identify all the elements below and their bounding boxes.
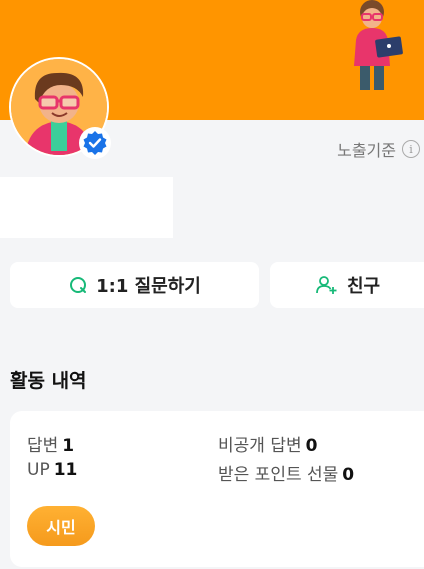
character-with-laptop-illustration	[354, 0, 403, 90]
answers-label: 답변	[27, 436, 59, 456]
up-label: UP	[27, 460, 50, 480]
friend-button-label: 친구	[347, 276, 381, 297]
answers-value: 1	[62, 436, 75, 456]
question-bubble-icon	[70, 277, 87, 293]
points-gift-stat[interactable]: 받은 포인트 선물 0	[218, 460, 354, 485]
exposure-criteria-label: 노출기준	[337, 141, 396, 160]
answers-stat[interactable]: 답변 1	[27, 431, 74, 456]
up-stat[interactable]: UP 11	[27, 460, 77, 480]
info-icon[interactable]: i	[402, 140, 420, 158]
add-friend-button[interactable]: 친구	[270, 262, 424, 308]
grade-badge[interactable]: 시민	[27, 506, 95, 546]
activity-section-title: 활동 내역	[10, 370, 87, 392]
points-gift-value: 0	[342, 465, 355, 485]
up-value: 11	[53, 460, 78, 480]
private-answers-label: 비공개 답변	[218, 436, 302, 456]
verified-badge-icon	[79, 127, 111, 159]
profile-name-placeholder	[0, 177, 173, 238]
exposure-criteria[interactable]: 노출기준 i	[337, 137, 420, 161]
profile-avatar[interactable]	[9, 57, 111, 159]
private-answers-value: 0	[305, 436, 318, 456]
points-gift-label: 받은 포인트 선물	[218, 465, 339, 485]
activity-card: 답변 1 비공개 답변 0 UP 11 받은 포인트 선물 0 시민	[10, 411, 424, 567]
one-on-one-question-button[interactable]: 1:1 질문하기	[10, 262, 259, 308]
question-button-label: 1:1 질문하기	[96, 276, 201, 297]
add-friend-icon	[316, 276, 337, 294]
private-answers-stat[interactable]: 비공개 답변 0	[218, 431, 317, 456]
